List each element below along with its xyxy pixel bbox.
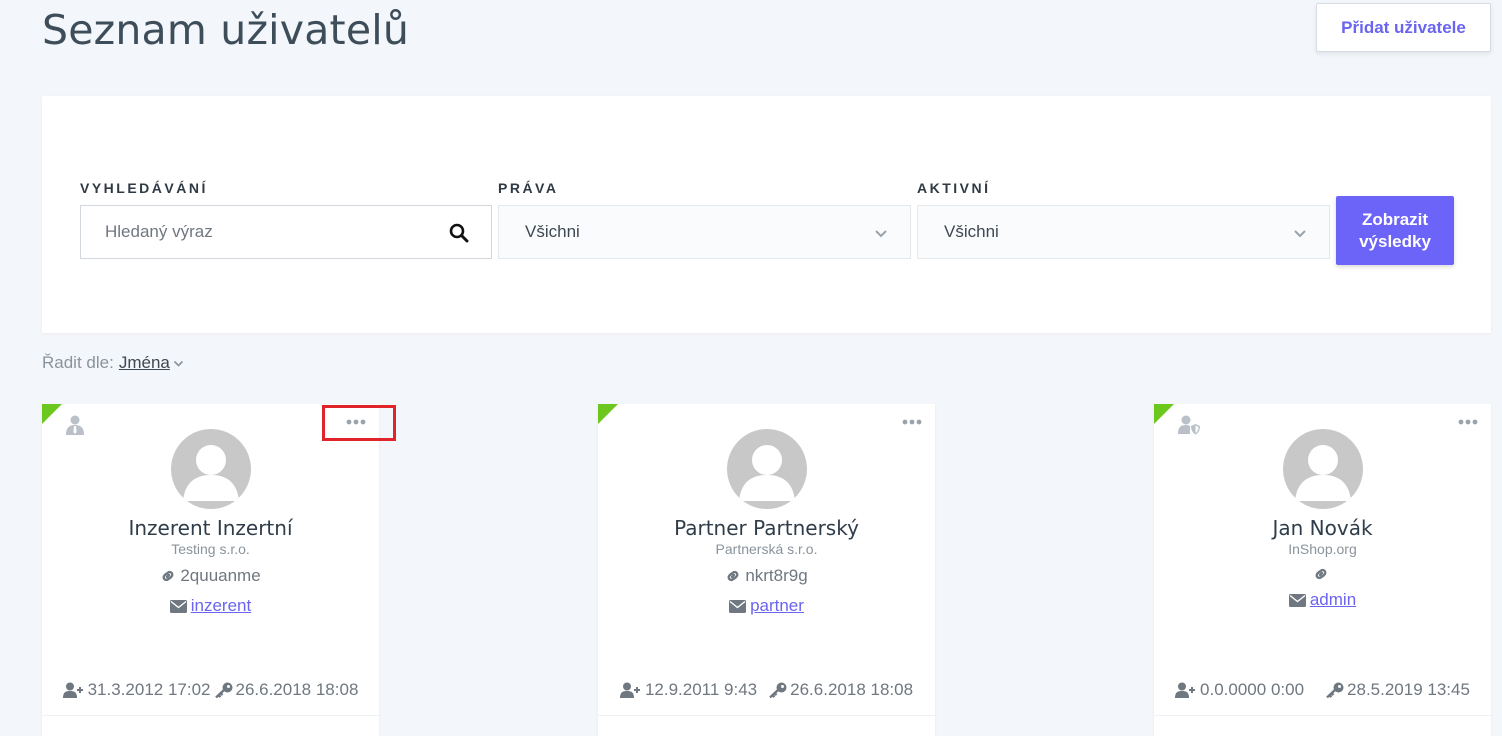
user-email-row: inzerent [42, 596, 379, 616]
rights-label: PRÁVA [498, 180, 559, 196]
user-code: nkrt8r9g [745, 566, 808, 585]
key-icon [1326, 682, 1344, 698]
last-login-date: 28.5.2019 13:45 [1347, 680, 1470, 699]
active-select-value: Všichni [944, 222, 999, 241]
advertiser-user-icon [66, 415, 84, 435]
user-company: InShop.org [1288, 541, 1357, 557]
show-results-label-line2: výsledky [1359, 231, 1431, 251]
show-results-button[interactable]: Zobrazit výsledky [1336, 196, 1454, 265]
envelope-icon [1288, 593, 1306, 607]
user-name: Partner Partnerský [674, 516, 859, 540]
link-icon [162, 570, 174, 582]
chevron-down-icon[interactable] [173, 358, 184, 369]
search-field [80, 205, 492, 259]
registered-date: 12.9.2011 9:43 [644, 680, 758, 699]
user-company: Partnerská s.r.o. [715, 541, 818, 557]
user-stats: 12.9.2011 9:43 26.6.2018 18:08 [598, 680, 935, 700]
user-card[interactable]: Inzerent Inzertní Testing s.r.o. 2quuanm… [42, 404, 379, 736]
user-company: Testing s.r.o. [171, 541, 250, 557]
envelope-icon [169, 599, 187, 613]
filter-panel: VYHLEDÁVÁNÍ PRÁVA AKTIVNÍ Všichni Všichn… [42, 96, 1491, 333]
user-stats: 31.3.2012 17:02 26.6.2018 18:08 [42, 680, 379, 700]
admin-user-shield-icon [1178, 415, 1200, 435]
user-name: Inzerent Inzertní [128, 516, 293, 540]
active-indicator [1154, 404, 1174, 424]
more-options-icon[interactable] [345, 417, 367, 427]
chevron-down-icon [1294, 230, 1306, 238]
page-title: Seznam uživatelů [42, 6, 410, 54]
active-indicator [42, 404, 62, 424]
user-email-row: partner [598, 596, 935, 616]
rights-select-value: Všichni [525, 222, 580, 241]
link-icon [727, 570, 739, 582]
envelope-icon [729, 599, 747, 613]
sort-label: Řadit dle: [42, 353, 114, 372]
registered-date: 0.0.0000 0:00 [1200, 680, 1305, 699]
rights-select[interactable]: Všichni [498, 205, 911, 259]
last-login-date: 26.6.2018 18:08 [235, 680, 359, 699]
user-card[interactable]: Jan Novák InShop.org admin 0.0.0000 0:00… [1154, 404, 1491, 736]
user-plus-icon [1175, 682, 1196, 698]
sort-dropdown[interactable]: Jména [119, 353, 170, 373]
sort-row: Řadit dle: Jména [42, 353, 184, 373]
user-code: 2quuanme [180, 566, 261, 585]
user-email-row: admin [1154, 590, 1491, 610]
user-card[interactable]: Partner Partnerský Partnerská s.r.o. nkr… [598, 404, 935, 736]
active-label: AKTIVNÍ [917, 180, 991, 196]
more-options-icon[interactable] [1457, 417, 1479, 427]
chevron-down-icon [875, 230, 887, 238]
search-icon[interactable] [449, 223, 469, 243]
link-icon [1315, 568, 1326, 580]
avatar [727, 429, 807, 509]
show-results-label-line1: Zobrazit [1361, 209, 1429, 229]
user-name: Jan Novák [1272, 516, 1373, 540]
user-email-link[interactable]: admin [1310, 590, 1356, 610]
user-stats: 0.0.0000 0:00 28.5.2019 13:45 [1154, 680, 1491, 700]
last-login-date: 26.6.2018 18:08 [790, 680, 914, 699]
avatar [171, 429, 251, 509]
key-icon [769, 682, 787, 698]
user-code-row: 2quuanme [42, 566, 379, 586]
user-email-link[interactable]: inzerent [191, 596, 251, 616]
card-divider [42, 715, 379, 716]
search-label: VYHLEDÁVÁNÍ [80, 180, 208, 196]
user-plus-icon [619, 682, 640, 698]
active-select[interactable]: Všichni [917, 205, 1330, 259]
search-input[interactable] [81, 206, 411, 258]
avatar [1283, 429, 1363, 509]
user-code-row [1154, 566, 1491, 582]
card-divider [598, 715, 935, 716]
add-user-button[interactable]: Přidat uživatele [1316, 3, 1491, 52]
user-email-link[interactable]: partner [750, 596, 804, 616]
user-code-row: nkrt8r9g [598, 566, 935, 586]
more-options-icon[interactable] [901, 417, 923, 427]
card-divider [1154, 715, 1491, 716]
active-indicator [598, 404, 618, 424]
registered-date: 31.3.2012 17:02 [87, 680, 211, 699]
user-plus-icon [62, 682, 83, 698]
key-icon [214, 682, 232, 698]
